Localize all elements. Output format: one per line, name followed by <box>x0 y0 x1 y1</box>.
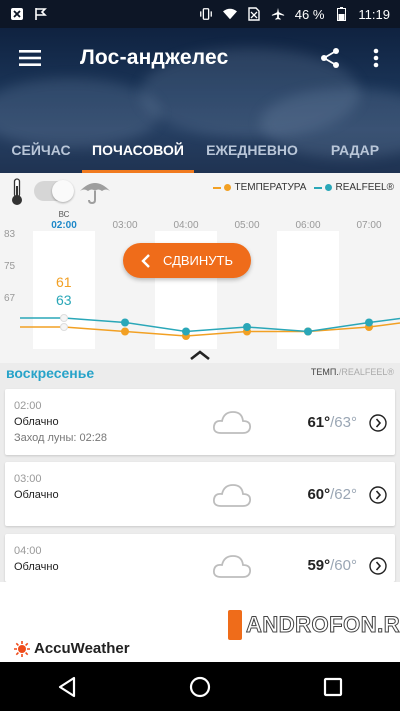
hour-card[interactable]: 03:00 Облачно 60°/62° <box>5 462 395 526</box>
data-point <box>243 323 251 331</box>
accuweather-logo: AccuWeather <box>14 640 130 657</box>
slide-button[interactable]: СДВИНУТЬ <box>123 243 251 278</box>
cloud-icon <box>212 484 252 507</box>
close-box-icon <box>10 7 24 21</box>
arrow-right-circle-icon[interactable] <box>369 557 387 575</box>
more-vert-icon[interactable] <box>362 42 390 74</box>
home-icon[interactable] <box>175 667 225 707</box>
card-condition: Облачно <box>14 561 59 573</box>
data-point <box>121 327 129 336</box>
share-icon[interactable] <box>314 42 346 74</box>
arrow-right-circle-icon[interactable] <box>369 486 387 504</box>
phone-icon <box>228 610 242 640</box>
vibrate-icon <box>199 7 213 21</box>
card-temps: 60°/62° <box>307 486 357 503</box>
temp-key: ТЕМП./REALFEEL® <box>310 367 394 377</box>
system-nav-bar <box>0 662 400 711</box>
tab-hourly[interactable]: ПОЧАСОВОЙ <box>82 126 194 173</box>
battery-percent: 46 % <box>294 6 325 22</box>
wifi-icon <box>222 7 237 21</box>
cloud-icon <box>212 555 252 578</box>
card-temps: 61°/63° <box>307 414 357 431</box>
card-time: 04:00 <box>14 545 42 557</box>
app-header: Лос-анджелес СЕЙЧАС ПОЧАСОВОЙ ЕЖЕДНЕВНО … <box>0 28 400 173</box>
slide-button-label: СДВИНУТЬ <box>162 253 234 268</box>
watermark: ANDROFON.RU <box>228 604 400 646</box>
status-bar: 46 % 11:19 <box>0 0 400 28</box>
chevron-left-icon <box>141 253 150 268</box>
card-condition: Облачно <box>14 416 59 428</box>
current-realfeel-value: 63 <box>56 292 72 308</box>
data-point <box>365 318 373 327</box>
tab-bar: СЕЙЧАС ПОЧАСОВОЙ ЕЖЕДНЕВНО РАДАР <box>0 126 400 173</box>
clock: 11:19 <box>358 6 390 22</box>
day-label: воскресенье <box>6 365 95 381</box>
data-point <box>182 327 190 336</box>
airplane-icon <box>271 7 285 21</box>
sun-icon <box>14 640 30 657</box>
card-time: 03:00 <box>14 473 42 485</box>
current-temp-value: 61 <box>56 274 72 290</box>
hourly-chart-panel: ТЕМПЕРАТУРА REALFEEL® ВС 02:00 03:00 04:… <box>0 173 400 363</box>
checkmark-flag-icon <box>34 7 48 21</box>
data-point <box>60 323 68 331</box>
cloud-icon <box>212 411 252 434</box>
data-point <box>60 314 68 322</box>
arrow-right-circle-icon[interactable] <box>369 414 387 432</box>
list-header: воскресенье ТЕМП./REALFEEL® <box>0 363 400 387</box>
hour-card[interactable]: 02:00 Облачно Заход луны: 02:28 61°/63° <box>5 389 395 455</box>
data-point <box>304 327 312 336</box>
card-time: 02:00 <box>14 400 42 412</box>
recents-icon[interactable] <box>308 667 358 707</box>
back-icon[interactable] <box>42 667 92 707</box>
card-condition: Облачно <box>14 489 59 501</box>
data-point <box>121 318 129 327</box>
tab-daily[interactable]: ЕЖЕДНЕВНО <box>194 126 310 173</box>
battery-icon <box>334 7 348 21</box>
menu-icon[interactable] <box>0 28 60 88</box>
location-title: Лос-анджелес <box>80 46 229 69</box>
card-temps: 59°/60° <box>307 557 357 574</box>
hour-card[interactable]: 04:00 Облачно 59°/60° <box>5 534 395 582</box>
card-moonset: Заход луны: 02:28 <box>14 432 108 444</box>
tab-now[interactable]: СЕЙЧАС <box>0 126 82 173</box>
chevron-up-icon[interactable] <box>188 348 212 362</box>
no-sim-icon <box>247 7 261 21</box>
tab-radar[interactable]: РАДАР <box>310 126 400 173</box>
